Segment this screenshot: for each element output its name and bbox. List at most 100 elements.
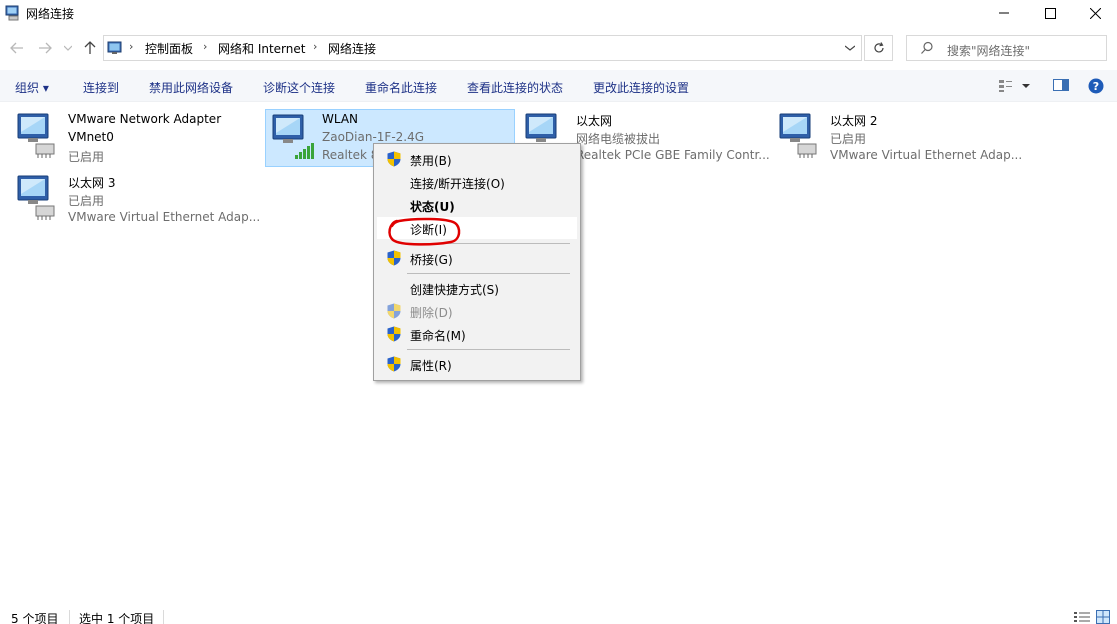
back-button[interactable] [8,39,26,57]
selected-count: 选中 1 个项目 [79,612,155,624]
connection-name: 以太网 3 [68,176,116,190]
menu-separator [407,243,570,244]
up-button[interactable] [81,39,99,57]
up-arrow-icon [84,41,96,54]
menu-label: 连接/断开连接(O) [410,177,505,191]
menu-label: 桥接(G) [410,253,453,267]
refresh-icon [873,42,884,53]
connection-device: VMware Virtual Ethernet Adap... [830,148,1023,162]
item-count: 5 个项目 [11,612,59,624]
recent-locations-button[interactable] [62,39,74,57]
connection-name: 以太网 2 [830,114,878,128]
connection-ethernet-2[interactable]: 以太网 2 已启用 VMware Virtual Ethernet Adap..… [776,110,1023,168]
organize-menu[interactable]: 组织 ▾ [15,79,49,96]
connection-name: WLAN [322,112,359,126]
connection-network: VMnet0 [68,130,114,144]
forward-arrow-icon [39,42,52,54]
connection-network: 已启用 [68,194,105,208]
menu-label: 重命名(M) [410,329,466,343]
uac-shield-icon [387,356,401,372]
maximize-icon [1044,7,1056,19]
menu-label: 禁用(B) [410,154,452,168]
menu-item-rename[interactable]: 重命名(M) [377,323,577,345]
address-dropdown-button[interactable] [838,35,862,61]
close-button[interactable] [1072,0,1117,26]
disable-device-button[interactable]: 禁用此网络设备 [149,79,233,96]
breadcrumb-network-connections[interactable]: 网络连接 [328,40,376,57]
network-connections-icon [5,5,19,21]
menu-item-bridge[interactable]: 桥接(G) [377,247,577,269]
connection-device: VMware Virtual Ethernet Adap... [68,210,261,224]
search-placeholder[interactable]: 搜索"网络连接" [947,42,1030,59]
details-view-icon[interactable] [1074,611,1090,623]
back-arrow-icon [10,42,23,54]
diagnose-connection-button[interactable]: 诊断这个连接 [263,79,335,96]
connection-network: ZaoDian-1F-2.4G [322,130,425,144]
network-adapter-icon [17,175,55,220]
connection-name: VMware Network Adapter [68,112,222,126]
svg-text:?: ? [1093,80,1099,93]
status-divider [69,610,70,624]
uac-shield-icon [387,250,401,266]
forward-button[interactable] [36,39,54,57]
help-icon[interactable]: ? [1088,78,1104,94]
context-menu: 禁用(B) 连接/断开连接(O) 状态(U) 诊断(I) 桥接(G) 创建快捷方… [373,143,581,381]
refresh-button[interactable] [864,35,893,61]
connection-name: 以太网 [576,114,613,128]
control-panel-icon [107,41,122,54]
menu-item-status[interactable]: 状态(U) [377,194,577,216]
connection-device: Realtek PCIe GBE Family Contr... [576,148,770,162]
status-divider [163,610,164,624]
menu-label: 创建快捷方式(S) [410,283,499,297]
menu-label: 诊断(I) [410,223,447,237]
connection-device: Realtek 8 [322,148,379,162]
chevron-down-icon [64,45,72,51]
menu-item-delete: 删除(D) [377,300,577,322]
menu-item-create-shortcut[interactable]: 创建快捷方式(S) [377,277,577,299]
maximize-button[interactable] [1027,0,1073,26]
menu-item-diagnose[interactable]: 诊断(I) [377,217,577,239]
breadcrumb-separator: › [203,40,208,53]
menu-item-disable[interactable]: 禁用(B) [377,148,577,170]
breadcrumb-network-internet[interactable]: 网络和 Internet [218,40,305,57]
close-icon [1089,7,1101,19]
menu-item-connect-disconnect[interactable]: 连接/断开连接(O) [377,171,577,193]
wifi-adapter-icon [272,114,314,159]
connection-ethernet-3[interactable]: 以太网 3 已启用 VMware Virtual Ethernet Adap..… [14,172,261,230]
connection-network: 网络电缆被拔出 [576,132,661,146]
menu-label: 删除(D) [410,306,453,320]
change-settings-button[interactable]: 更改此连接的设置 [593,79,689,96]
preview-pane-icon[interactable] [1053,78,1069,92]
view-status-button[interactable]: 查看此连接的状态 [467,79,563,96]
connect-to-button[interactable]: 连接到 [83,79,119,96]
window-title: 网络连接 [26,7,75,21]
search-box[interactable]: 搜索"网络连接" [906,35,1107,61]
connection-network: 已启用 [830,132,867,146]
menu-separator [407,273,570,274]
large-icons-view-icon[interactable] [1096,610,1110,624]
connection-device: 已启用 [68,150,105,164]
menu-item-properties[interactable]: 属性(R) [377,353,577,375]
title-bar: 网络连接 [0,0,1117,26]
network-adapter-icon [17,113,55,158]
address-bar[interactable] [103,35,862,61]
chevron-down-icon[interactable] [1022,84,1030,89]
connection-vmware-vmnet0[interactable]: VMware Network Adapter VMnet0 已启用 [14,110,254,168]
breadcrumb-separator: › [313,40,318,53]
command-bar: 组织 ▾ 连接到 禁用此网络设备 诊断这个连接 重命名此连接 查看此连接的状态 … [0,70,1117,102]
search-icon [921,41,933,54]
rename-connection-button[interactable]: 重命名此连接 [365,79,437,96]
chevron-down-icon [845,45,855,51]
menu-separator [407,349,570,350]
uac-shield-icon [387,303,401,319]
status-bar: 5 个项目 选中 1 个项目 [0,604,1117,624]
menu-label: 属性(R) [410,359,452,373]
uac-shield-icon [387,326,401,342]
view-options-icon[interactable] [998,78,1014,94]
menu-label: 状态(U) [410,200,455,214]
breadcrumb-separator: › [129,40,134,53]
uac-shield-icon [387,151,401,167]
minimize-button[interactable] [981,0,1027,26]
network-adapter-icon [779,113,817,158]
breadcrumb-control-panel[interactable]: 控制面板 [145,40,193,57]
